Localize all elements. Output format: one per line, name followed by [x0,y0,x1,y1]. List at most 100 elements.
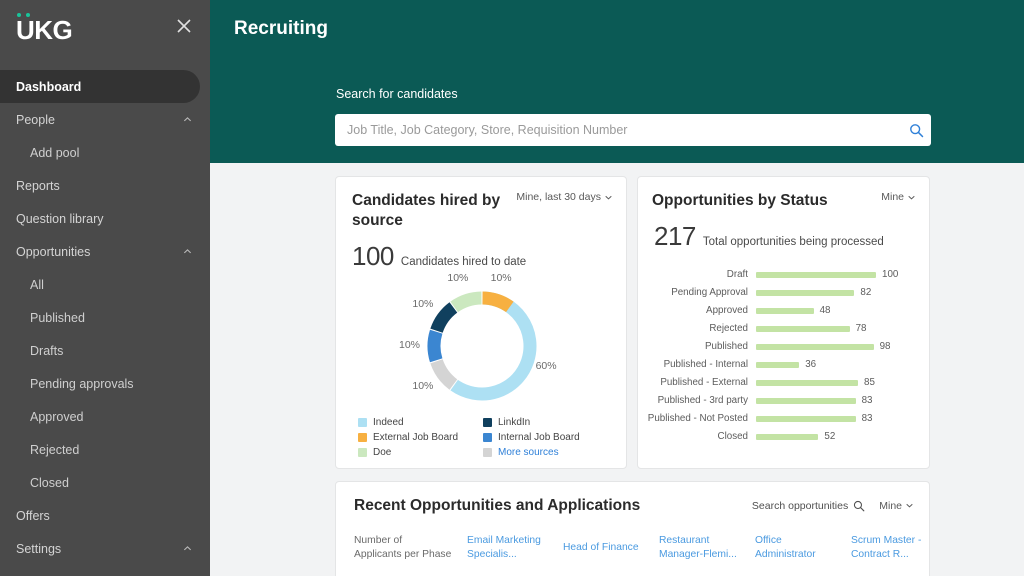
sources-kpi-number: 100 [352,240,394,271]
legend-swatch [358,433,367,442]
sidebar-item-closed[interactable]: Closed [0,466,210,499]
sidebar-item-approved[interactable]: Approved [0,400,210,433]
sidebar-item-settings[interactable]: Settings [0,532,210,565]
sidebar-item-label: Pending approvals [30,376,134,391]
sidebar: UKG Dashboard People Add pool Reports Questi… [0,0,210,576]
status-bar-row: Published 98 [644,338,919,356]
status-bar-value: 100 [882,269,899,281]
sidebar-item-add-pool[interactable]: Add pool [0,136,210,169]
legend-item: Indeed [358,416,483,429]
recent-column-line1: Head of Finance [563,541,639,553]
sidebar-item-label: People [16,112,55,127]
recent-column-line2: Contract R... [851,548,909,560]
legend-item[interactable]: More sources [483,446,608,459]
sidebar-item-question-library[interactable]: Question library [0,202,210,235]
donut-label-0: 60% [535,360,557,373]
donut-segment [430,358,458,390]
sidebar-item-drafts[interactable]: Drafts [0,334,210,367]
recent-column-line1: Restaurant [659,534,710,546]
recent-column-header[interactable]: Restaurant Manager-Flemi... [659,534,755,562]
sources-filter-label: Mine, last 30 days [516,191,601,203]
card-candidates-hired-by-source: Candidates hired by source Mine, last 30… [335,176,627,469]
recent-search-button[interactable]: Search opportunities [752,500,865,512]
candidate-search-label: Search for candidates [336,87,458,101]
recent-column-header[interactable]: Scrum Master - Contract R... [851,534,947,562]
sidebar-item-rejected[interactable]: Rejected [0,433,210,466]
donut-label-3: 10% [412,297,434,310]
chevron-down-icon [908,195,915,200]
legend-swatch [358,418,367,427]
card-opportunities-by-status: Opportunities by Status Mine 217 Total o… [637,176,930,469]
card-title-recent: Recent Opportunities and Applications [354,497,641,514]
donut-segment [482,291,514,312]
status-bar-row: Draft 100 [644,266,919,284]
status-bar-track: 98 [756,341,919,352]
status-bar-value: 83 [861,395,873,407]
sidebar-item-label: Rejected [30,442,80,457]
status-bar-row: Rejected 78 [644,320,919,338]
sidebar-header: UKG [0,0,210,62]
status-bar-fill [756,433,819,440]
card-recent-opportunities: Recent Opportunities and Applications Se… [335,481,930,576]
status-bar-track: 85 [756,377,919,388]
status-bar-value: 78 [855,323,867,335]
search-input[interactable] [335,114,901,146]
sidebar-item-opportunities[interactable]: Opportunities [0,235,210,268]
recent-column-line1: Office [755,534,782,546]
sources-kpi-caption: Candidates hired to date [400,255,527,268]
status-bar-value: 36 [805,359,817,371]
sources-filter-dropdown[interactable]: Mine, last 30 days [516,191,612,203]
sidebar-item-all[interactable]: All [0,268,210,301]
recent-column-header[interactable]: Office Administrator [755,534,851,562]
recent-column-line2: Manager-Flemi... [659,548,737,560]
status-bar-value: 82 [860,287,872,299]
sidebar-item-people[interactable]: People [0,103,210,136]
status-bar-row: Pending Approval 82 [644,284,919,302]
status-bar-label: Published - External [660,377,748,389]
app-root: UKG Dashboard People Add pool Reports Questi… [0,0,1024,576]
sidebar-item-dashboard[interactable]: Dashboard [0,70,200,103]
recent-filter-dropdown[interactable]: Mine [879,500,913,512]
legend-label: LinkdIn [498,417,531,428]
legend-swatch [358,448,367,457]
candidate-search-box[interactable] [335,114,931,146]
donut-segment [450,291,537,401]
sidebar-item-published[interactable]: Published [0,301,210,334]
status-bar-label: Approved [706,305,748,317]
status-bar-track: 82 [756,287,919,298]
status-bar-fill [756,343,874,350]
legend-swatch [483,448,492,457]
status-bar-track: 78 [756,323,919,334]
close-icon [177,19,191,33]
status-bar-label: Published - Internal [663,359,748,371]
donut-segment [427,329,443,362]
recent-filter-label: Mine [879,499,902,512]
search-icon [909,123,923,137]
sidebar-item-label: All [30,277,44,292]
chevron-up-icon [183,249,192,254]
search-submit-button[interactable] [901,123,931,138]
status-bar-row: Published - Internal 36 [644,356,919,374]
sidebar-item-label: Approved [30,409,84,424]
legend-item: External Job Board [358,431,483,444]
recent-column-header[interactable]: Email Marketing Specialis... [467,534,563,562]
ukg-logo: UKG [16,15,73,45]
sidebar-nav: Dashboard People Add pool Reports Question l… [0,62,210,565]
status-bar-label: Draft [726,269,748,281]
sidebar-close-button[interactable] [173,15,195,37]
status-bar-fill [756,307,814,314]
status-bar-fill [756,289,855,296]
sidebar-item-offers[interactable]: Offers [0,499,210,532]
recent-column-line2: Administrator [755,548,816,560]
donut-segment [430,301,458,333]
chevron-up-icon [183,546,192,551]
status-bar-value: 85 [864,377,875,389]
status-filter-dropdown[interactable]: Mine [881,191,915,203]
recent-column-header[interactable]: Head of Finance [563,534,659,562]
status-bar-fill [756,325,850,332]
legend-item: Internal Job Board [483,431,608,444]
recent-column-line1: Email Marketing [467,534,541,546]
sidebar-item-reports[interactable]: Reports [0,169,210,202]
recent-column-line2: Specialis... [467,548,517,560]
sidebar-item-pending-approvals[interactable]: Pending approvals [0,367,210,400]
